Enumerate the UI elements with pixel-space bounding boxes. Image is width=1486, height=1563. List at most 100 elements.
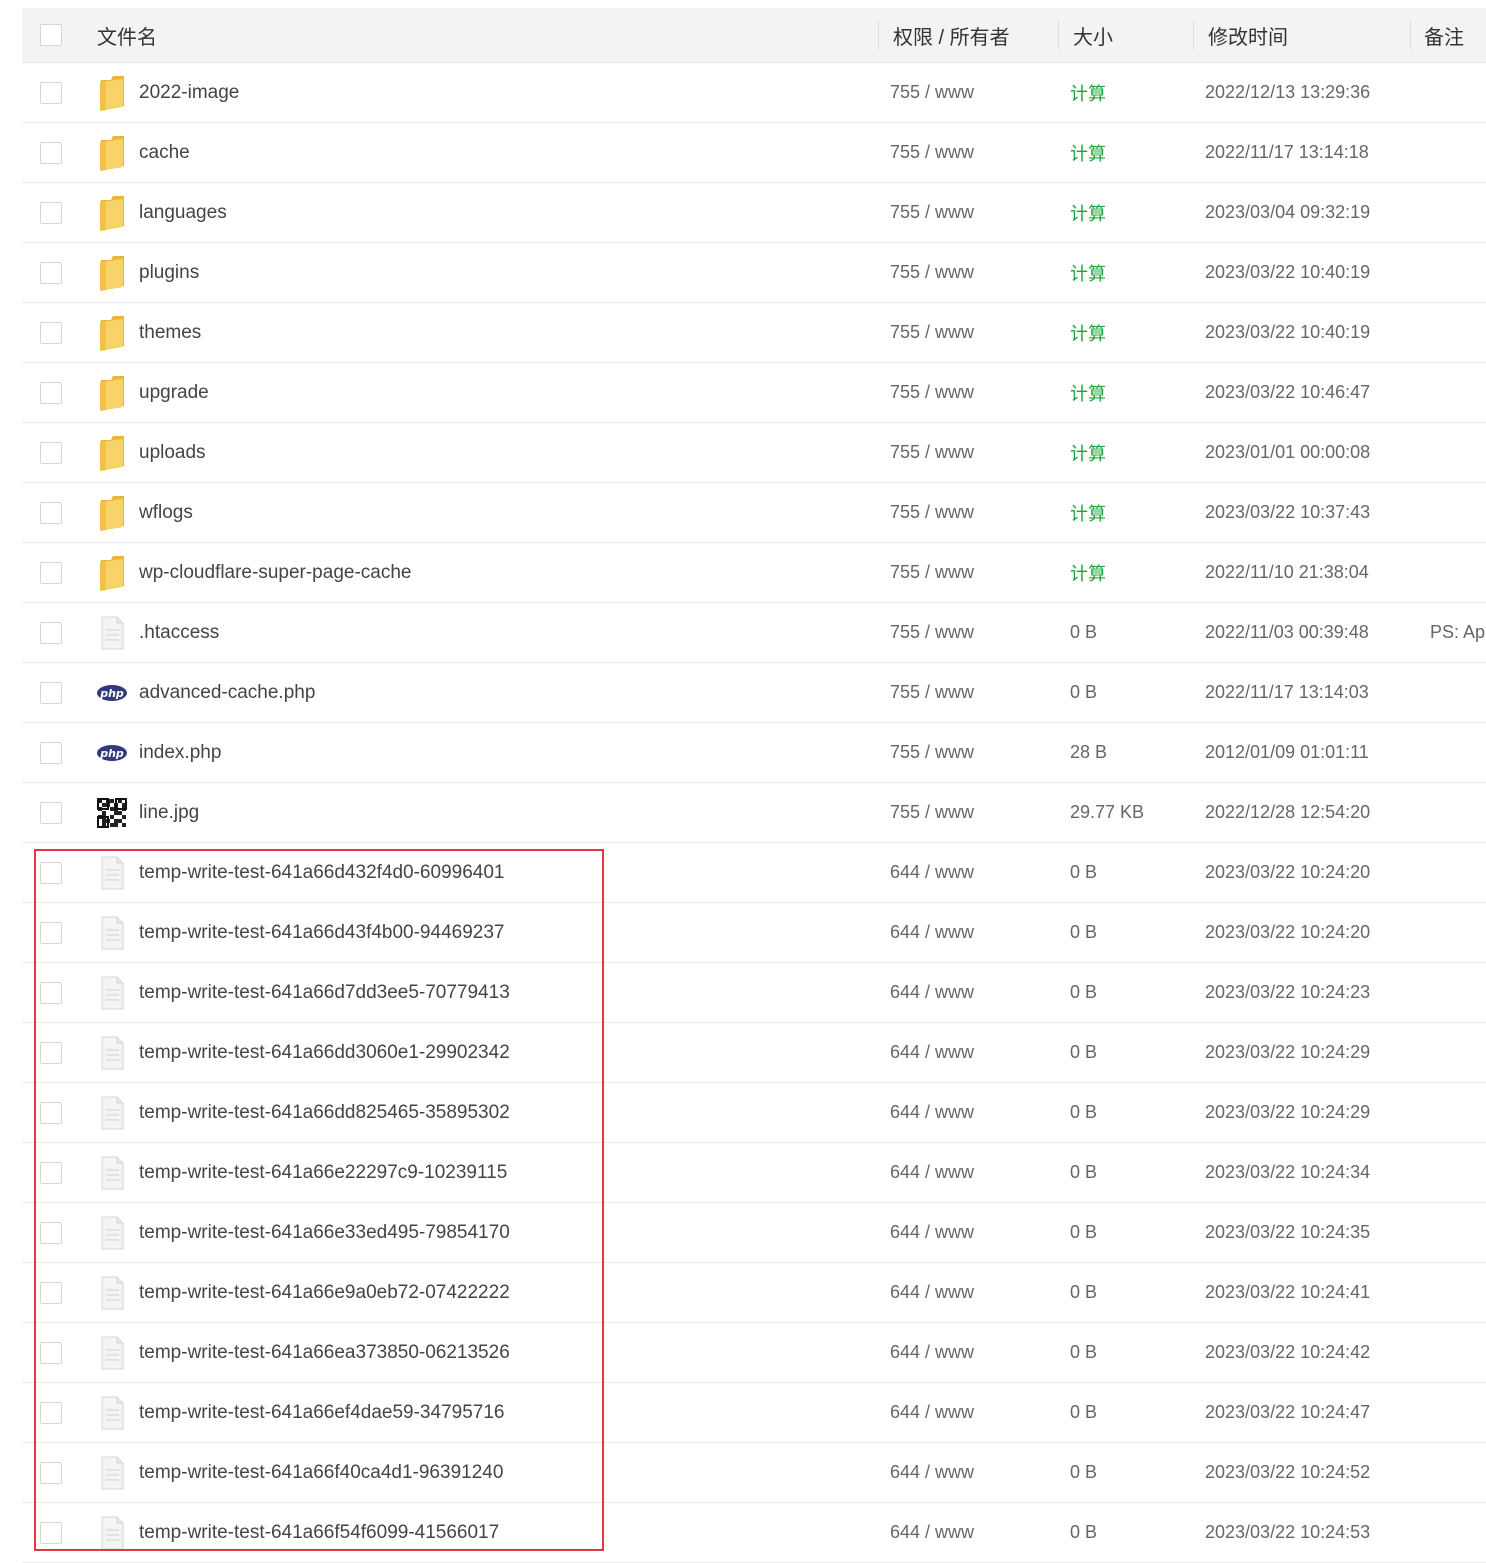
file-note[interactable] (1430, 663, 1486, 722)
calculate-size-link[interactable]: 计算 (1070, 363, 1190, 422)
calculate-size-link[interactable]: 计算 (1070, 303, 1190, 362)
permission-owner[interactable]: 644 / www (890, 1443, 1060, 1502)
file-name-cell[interactable]: temp-write-test-641a66f40ca4d1-96391240 (97, 1443, 877, 1502)
permission-owner[interactable]: 644 / www (890, 1023, 1060, 1082)
permission-owner[interactable]: 755 / www (890, 363, 1060, 422)
table-row[interactable]: temp-write-test-641a66d43f4b00-94469237 6… (22, 903, 1486, 963)
table-row[interactable]: 2022-image 755 / www 计算 2022/12/13 13:29:36 (22, 63, 1486, 123)
file-name[interactable]: temp-write-test-641a66f40ca4d1-96391240 (139, 1462, 503, 1484)
table-row[interactable]: temp-write-test-641a66f40ca4d1-96391240 6… (22, 1443, 1486, 1503)
table-row[interactable]: cache 755 / www 计算 2022/11/17 13:14:18 (22, 123, 1486, 183)
file-note[interactable] (1430, 903, 1486, 962)
file-name-cell[interactable]: upgrade (97, 363, 877, 422)
permission-owner[interactable]: 755 / www (890, 183, 1060, 242)
column-divider[interactable] (878, 20, 879, 50)
permission-owner[interactable]: 755 / www (890, 663, 1060, 722)
row-checkbox[interactable] (40, 1521, 62, 1544)
file-note[interactable] (1430, 63, 1486, 122)
row-checkbox[interactable] (40, 981, 62, 1004)
permission-owner[interactable]: 644 / www (890, 843, 1060, 902)
file-name[interactable]: cache (139, 142, 190, 164)
file-name[interactable]: temp-write-test-641a66dd3060e1-29902342 (139, 1042, 510, 1064)
row-checkbox[interactable] (40, 861, 62, 884)
file-name[interactable]: upgrade (139, 382, 209, 404)
table-row[interactable]: temp-write-test-641a66e33ed495-79854170 6… (22, 1203, 1486, 1263)
permission-owner[interactable]: 755 / www (890, 483, 1060, 542)
file-name-cell[interactable]: temp-write-test-641a66f54f6099-41566017 (97, 1503, 877, 1562)
file-name[interactable]: wp-cloudflare-super-page-cache (139, 562, 411, 584)
file-name-cell[interactable]: temp-write-test-641a66e9a0eb72-07422222 (97, 1263, 877, 1322)
file-name-cell[interactable]: temp-write-test-641a66ea373850-06213526 (97, 1323, 877, 1382)
file-note[interactable]: PS: Ap (1430, 603, 1486, 662)
row-checkbox[interactable] (40, 801, 62, 824)
file-name-cell[interactable]: temp-write-test-641a66d43f4b00-94469237 (97, 903, 877, 962)
file-name[interactable]: line.jpg (139, 802, 199, 824)
select-all-checkbox[interactable] (40, 24, 62, 46)
file-name[interactable]: temp-write-test-641a66e9a0eb72-07422222 (139, 1282, 510, 1304)
file-note[interactable] (1430, 183, 1486, 242)
permission-owner[interactable]: 644 / www (890, 1143, 1060, 1202)
file-note[interactable] (1430, 123, 1486, 182)
file-name-cell[interactable]: temp-write-test-641a66d7dd3ee5-70779413 (97, 963, 877, 1022)
row-checkbox[interactable] (40, 201, 62, 224)
file-note[interactable] (1430, 1263, 1486, 1322)
permission-owner[interactable]: 755 / www (890, 783, 1060, 842)
permission-owner[interactable]: 644 / www (890, 903, 1060, 962)
permission-owner[interactable]: 644 / www (890, 1383, 1060, 1442)
row-checkbox[interactable] (40, 681, 62, 704)
header-permission-owner[interactable]: 权限 / 所有者 (893, 8, 1063, 62)
file-name-cell[interactable]: temp-write-test-641a66ef4dae59-34795716 (97, 1383, 877, 1442)
table-row[interactable]: php advanced-cache.php 755 / www 0 B 2022/11… (22, 663, 1486, 723)
file-note[interactable] (1430, 843, 1486, 902)
file-name-cell[interactable]: .htaccess (97, 603, 877, 662)
file-name[interactable]: plugins (139, 262, 199, 284)
calculate-size-link[interactable]: 计算 (1070, 543, 1190, 602)
file-name-cell[interactable]: languages (97, 183, 877, 242)
table-row[interactable]: temp-write-test-641a66dd825465-35895302 6… (22, 1083, 1486, 1143)
file-name[interactable]: index.php (139, 742, 221, 764)
file-note[interactable] (1430, 1083, 1486, 1142)
file-name[interactable]: temp-write-test-641a66d7dd3ee5-70779413 (139, 982, 510, 1004)
file-note[interactable] (1430, 1203, 1486, 1262)
permission-owner[interactable]: 755 / www (890, 123, 1060, 182)
file-name-cell[interactable]: uploads (97, 423, 877, 482)
file-name-cell[interactable]: themes (97, 303, 877, 362)
table-row[interactable]: line.jpg 755 / www 29.77 KB 2022/12/28 12:5… (22, 783, 1486, 843)
table-row[interactable]: temp-write-test-641a66dd3060e1-29902342 6… (22, 1023, 1486, 1083)
table-row[interactable]: wflogs 755 / www 计算 2023/03/22 10:37:43 (22, 483, 1486, 543)
table-row[interactable]: temp-write-test-641a66d7dd3ee5-70779413 6… (22, 963, 1486, 1023)
file-name[interactable]: wflogs (139, 502, 193, 524)
permission-owner[interactable]: 644 / www (890, 1323, 1060, 1382)
file-note[interactable] (1430, 363, 1486, 422)
permission-owner[interactable]: 755 / www (890, 543, 1060, 602)
table-row[interactable]: temp-write-test-641a66ea373850-06213526 6… (22, 1323, 1486, 1383)
row-checkbox[interactable] (40, 141, 62, 164)
file-name[interactable]: temp-write-test-641a66ea373850-06213526 (139, 1342, 510, 1364)
row-checkbox[interactable] (40, 1041, 62, 1064)
file-name[interactable]: uploads (139, 442, 206, 464)
header-filename[interactable]: 文件名 (97, 8, 877, 62)
file-name-cell[interactable]: cache (97, 123, 877, 182)
file-note[interactable] (1430, 1503, 1486, 1562)
file-note[interactable] (1430, 1323, 1486, 1382)
table-row[interactable]: temp-write-test-641a66e22297c9-10239115 6… (22, 1143, 1486, 1203)
table-row[interactable]: upgrade 755 / www 计算 2023/03/22 10:46:47 (22, 363, 1486, 423)
file-name-cell[interactable]: line.jpg (97, 783, 877, 842)
calculate-size-link[interactable]: 计算 (1070, 123, 1190, 182)
row-checkbox[interactable] (40, 1161, 62, 1184)
file-name-cell[interactable]: temp-write-test-641a66dd3060e1-29902342 (97, 1023, 877, 1082)
file-name-cell[interactable]: plugins (97, 243, 877, 302)
table-row[interactable]: temp-write-test-641a66ef4dae59-34795716 6… (22, 1383, 1486, 1443)
header-size[interactable]: 大小 (1073, 8, 1193, 62)
file-name[interactable]: .htaccess (139, 622, 219, 644)
file-note[interactable] (1430, 723, 1486, 782)
file-note[interactable] (1430, 1383, 1486, 1442)
permission-owner[interactable]: 755 / www (890, 603, 1060, 662)
file-note[interactable] (1430, 543, 1486, 602)
table-row[interactable]: languages 755 / www 计算 2023/03/04 09:32:19 (22, 183, 1486, 243)
file-name[interactable]: 2022-image (139, 82, 239, 104)
row-checkbox[interactable] (40, 1101, 62, 1124)
calculate-size-link[interactable]: 计算 (1070, 183, 1190, 242)
permission-owner[interactable]: 755 / www (890, 423, 1060, 482)
row-checkbox[interactable] (40, 621, 62, 644)
